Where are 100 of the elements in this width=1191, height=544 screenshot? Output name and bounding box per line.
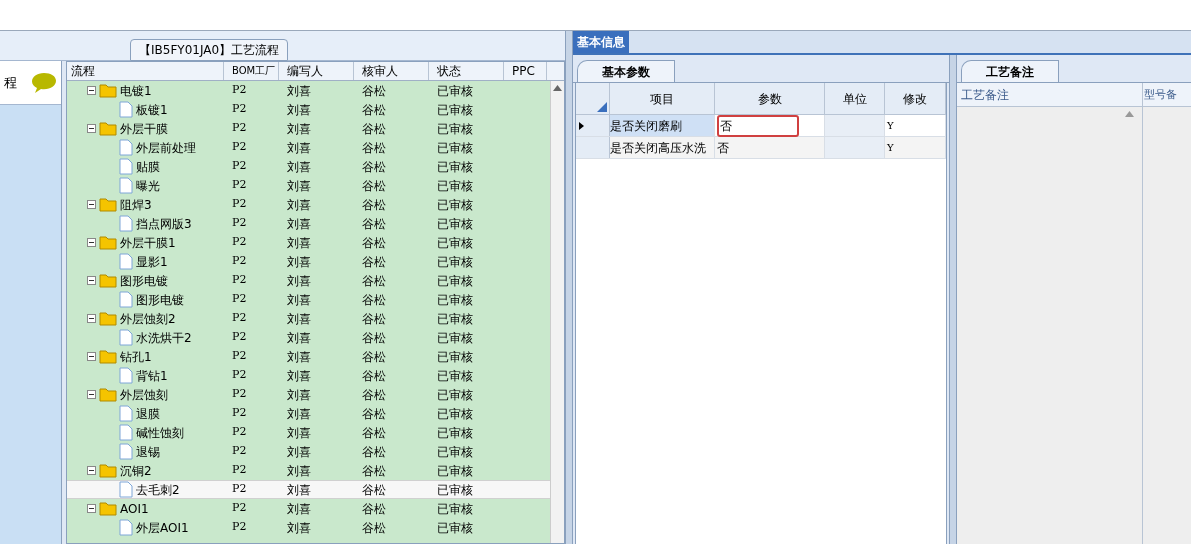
column-header[interactable]: 参数 — [715, 83, 825, 114]
tree-row[interactable]: 退膜 P2 刘喜 谷松 已审核 — [67, 404, 550, 423]
column-header[interactable]: BOM工厂 — [224, 62, 279, 80]
collapse-icon[interactable] — [87, 124, 96, 133]
table-cell-text: 谷松 — [361, 253, 387, 271]
table-cell-text: 刘喜 — [286, 120, 312, 138]
node-label: 沉铜2 — [120, 462, 152, 480]
table-cell-text: 已审核 — [436, 519, 474, 537]
table-cell-text: 谷松 — [361, 310, 387, 328]
table-cell-text: 谷松 — [361, 500, 387, 518]
table-cell-text: 刘喜 — [286, 158, 312, 176]
column-header[interactable]: 型号备 — [1143, 83, 1191, 107]
document-icon — [119, 215, 133, 232]
table-cell-text: 谷松 — [361, 215, 387, 233]
tree-row[interactable]: 退锡 P2 刘喜 谷松 已审核 — [67, 442, 550, 461]
tree-row[interactable]: 图形电镀 P2 刘喜 谷松 已审核 — [67, 290, 550, 309]
table-cell-text: P2 — [231, 348, 248, 365]
table-cell-text: 谷松 — [361, 234, 387, 252]
table-cell-text: 已审核 — [436, 405, 474, 423]
tree-row[interactable]: 沉铜2 P2 刘喜 谷松 已审核 — [67, 461, 550, 480]
node-label: 水洗烘干2 — [136, 329, 192, 347]
collapse-icon[interactable] — [87, 504, 96, 513]
table-cell-text: P2 — [231, 139, 248, 156]
table-cell-text: 已审核 — [436, 215, 474, 233]
table-cell-text: 已审核 — [436, 272, 474, 290]
row-pointer-icon — [579, 121, 584, 130]
node-label: 板镀1 — [136, 101, 168, 119]
column-header[interactable]: 单位 — [825, 83, 885, 114]
tree-row[interactable]: 外层蚀刻2 P2 刘喜 谷松 已审核 — [67, 309, 550, 328]
collapse-icon[interactable] — [87, 352, 96, 361]
info-tab[interactable]: 基本信息 — [573, 31, 629, 53]
column-header[interactable]: 流程 — [67, 62, 224, 80]
table-cell-text: 刘喜 — [286, 519, 312, 537]
tree-row[interactable]: 水洗烘干2 P2 刘喜 谷松 已审核 — [67, 328, 550, 347]
node-label: 阻焊3 — [120, 196, 152, 214]
tree-row[interactable]: 显影1 P2 刘喜 谷松 已审核 — [67, 252, 550, 271]
column-header[interactable]: 状态 — [429, 62, 504, 80]
table-cell-text: P2 — [231, 405, 248, 422]
grid-row[interactable]: 是否关闭磨刷 否 Y — [576, 115, 946, 137]
tree-row[interactable]: 外层干膜1 P2 刘喜 谷松 已审核 — [67, 233, 550, 252]
tree-row[interactable]: 去毛刺2 P2 刘喜 谷松 已审核 — [67, 480, 550, 499]
collapse-icon[interactable] — [87, 276, 96, 285]
notes-tab[interactable]: 工艺备注 — [961, 60, 1059, 82]
column-header[interactable]: 工艺备注 — [957, 83, 1142, 107]
collapse-icon[interactable] — [87, 200, 96, 209]
row-header[interactable] — [576, 115, 610, 136]
tree-row[interactable]: AOI1 P2 刘喜 谷松 已审核 — [67, 499, 550, 518]
params-tab[interactable]: 基本参数 — [577, 60, 675, 82]
column-header[interactable]: PPC — [504, 62, 547, 80]
tree-row[interactable]: 钻孔1 P2 刘喜 谷松 已审核 — [67, 347, 550, 366]
collapse-icon[interactable] — [87, 390, 96, 399]
tree-row[interactable]: 外层AOI1 P2 刘喜 谷松 已审核 — [67, 518, 550, 537]
table-cell-text: 谷松 — [361, 481, 387, 499]
table-cell-text: P2 — [231, 367, 248, 384]
table-cell-text: 刘喜 — [286, 348, 312, 366]
table-cell-text: P2 — [231, 253, 248, 270]
table-cell-text: 谷松 — [361, 272, 387, 290]
table-cell-text: 刘喜 — [286, 139, 312, 157]
panel-title: 【IB5FY01JA0】工艺流程 — [130, 39, 289, 61]
tree-row[interactable]: 电镀1 P2 刘喜 谷松 已审核 — [67, 81, 550, 100]
tree-row[interactable]: 外层干膜 P2 刘喜 谷松 已审核 — [67, 119, 550, 138]
node-label: 外层干膜1 — [120, 234, 176, 252]
tree-row[interactable]: 背钻1 P2 刘喜 谷松 已审核 — [67, 366, 550, 385]
column-header[interactable]: 项目 — [610, 83, 715, 114]
tree-row[interactable]: 外层前处理 P2 刘喜 谷松 已审核 — [67, 138, 550, 157]
tree-row[interactable]: 碱性蚀刻 P2 刘喜 谷松 已审核 — [67, 423, 550, 442]
document-icon — [119, 253, 133, 270]
grid-row[interactable]: 是否关闭高压水洗 否 Y — [576, 137, 946, 159]
column-header[interactable]: 修改 — [885, 83, 946, 114]
column-header[interactable]: 编写人 — [279, 62, 354, 80]
table-cell-text: P2 — [231, 101, 248, 118]
collapse-icon[interactable] — [87, 238, 96, 247]
scrollbar[interactable] — [550, 81, 564, 543]
collapse-icon[interactable] — [87, 86, 96, 95]
table-cell: 是否关闭磨刷 — [610, 115, 715, 136]
tree-row[interactable]: 曝光 P2 刘喜 谷松 已审核 — [67, 176, 550, 195]
tree-row[interactable]: 板镀1 P2 刘喜 谷松 已审核 — [67, 100, 550, 119]
collapse-icon[interactable] — [87, 314, 96, 323]
collapse-icon[interactable] — [87, 466, 96, 475]
tree-row[interactable]: 阻焊3 P2 刘喜 谷松 已审核 — [67, 195, 550, 214]
table-cell-text: 已审核 — [436, 462, 474, 480]
node-label: 外层干膜 — [120, 120, 168, 138]
tree-row[interactable]: 挡点网版3 P2 刘喜 谷松 已审核 — [67, 214, 550, 233]
table-cell-text: 已审核 — [436, 120, 474, 138]
column-header[interactable]: 核审人 — [354, 62, 429, 80]
folder-icon — [99, 349, 117, 364]
table-cell-text: 已审核 — [436, 234, 474, 252]
table-cell-text: P2 — [231, 215, 248, 232]
table-cell-text: 谷松 — [361, 405, 387, 423]
tree-row[interactable]: 图形电镀 P2 刘喜 谷松 已审核 — [67, 271, 550, 290]
node-label: 外层蚀刻 — [120, 386, 168, 404]
scroll-up-icon[interactable] — [553, 85, 562, 91]
table-cell-text: 刘喜 — [286, 424, 312, 442]
table-cell-text: 已审核 — [436, 177, 474, 195]
table-cell-text: P2 — [231, 291, 248, 308]
document-icon — [119, 291, 133, 308]
tree-row[interactable]: 外层蚀刻 P2 刘喜 谷松 已审核 — [67, 385, 550, 404]
table-cell-text: 已审核 — [436, 291, 474, 309]
table-cell-text: 已审核 — [436, 367, 474, 385]
tree-row[interactable]: 贴膜 P2 刘喜 谷松 已审核 — [67, 157, 550, 176]
